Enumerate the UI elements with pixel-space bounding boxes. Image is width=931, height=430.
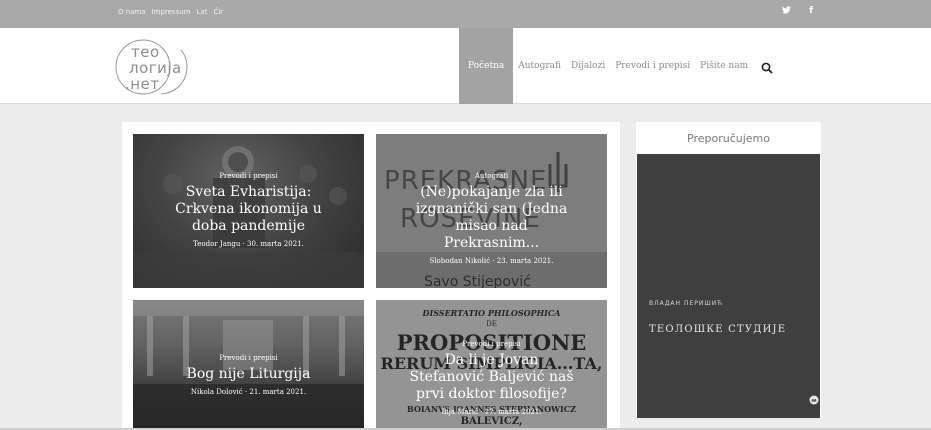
post-meta: Ilija Marić · 17. marta 2021. — [441, 408, 542, 416]
post-text: Prevodi i prepisi Da li je Jovan Stefano… — [376, 340, 607, 416]
post-text: Prevodi i prepisi Bog nije Liturgija Nik… — [133, 354, 364, 396]
post-title[interactable]: Sveta Evharistija: Crkvena ikonomija u d… — [133, 184, 364, 235]
book-title: ТЕОЛОШКЕ СТУДИЈЕ — [649, 324, 787, 335]
post-category[interactable]: Prevodi i prepisi — [376, 340, 607, 348]
post-text: Prevodi i prepisi Sveta Evharistija: Crk… — [133, 172, 364, 248]
publisher-logo-icon — [809, 390, 819, 409]
post-meta: Teodor Jangu · 30. marta 2021. — [193, 240, 304, 248]
nav-item-prevodi-i-prepisi[interactable]: Prevodi i prepisi — [610, 28, 695, 104]
posts-grid: Prevodi i prepisi Sveta Evharistija: Crk… — [122, 122, 620, 430]
top-link-cir[interactable]: Ćir — [213, 8, 223, 16]
post-card[interactable]: DISSERTATIO PHILOSOPHICA DE PROPOSITIONE… — [376, 300, 607, 430]
twitter-icon[interactable] — [782, 6, 792, 17]
search-icon[interactable] — [761, 59, 775, 74]
nav-item-pocetna[interactable]: Početna — [459, 28, 514, 104]
main-nav: Početna Autografi Dijalozi Prevodi i pre… — [459, 28, 775, 104]
logo-line-3: .нет — [125, 75, 160, 93]
post-category[interactable]: Autografi — [376, 172, 607, 180]
recommended-book-cover[interactable]: ВЛАДАН ПЕРИШИЋ ТЕОЛОШКЕ СТУДИЈЕ — [637, 154, 820, 418]
post-category[interactable]: Prevodi i prepisi — [133, 354, 364, 362]
nav-item-autografi[interactable]: Autografi — [513, 28, 566, 104]
top-link-o-nama[interactable]: O nama — [118, 8, 146, 16]
facebook-icon[interactable]: f — [809, 6, 813, 17]
post-text: Autografi (Ne)pokajanje zla ili izgnanič… — [376, 172, 607, 265]
top-link-lat[interactable]: Lat — [197, 8, 208, 16]
sidebar-heading: Preporučujemo — [687, 131, 770, 145]
logo-line-1: тео — [131, 43, 160, 61]
nav-item-dijalozi[interactable]: Dijalozi — [566, 28, 610, 104]
top-link-impressum[interactable]: Impressum — [152, 8, 191, 16]
sidebar-recommended: Preporučujemo ВЛАДАН ПЕРИШИЋ ТЕОЛОШКЕ СТ… — [636, 122, 821, 418]
nav-item-pisite-nam[interactable]: Pišite nam — [695, 28, 753, 104]
post-title[interactable]: (Ne)pokajanje zla ili izgnanički san (Je… — [376, 184, 607, 252]
post-card[interactable]: PREKRASNE ROSEVINE Savo Stijepović Autog… — [376, 134, 607, 288]
logo-line-2: логија — [129, 59, 182, 77]
post-title[interactable]: Bog nije Liturgija — [133, 366, 364, 383]
top-links: O nama Impressum Lat Ćir — [118, 8, 223, 16]
post-meta: Nikola Dolović · 21. marta 2021. — [190, 388, 307, 396]
post-card[interactable]: Prevodi i prepisi Sveta Evharistija: Crk… — [133, 134, 364, 288]
top-bar: O nama Impressum Lat Ćir f — [0, 0, 931, 28]
post-category[interactable]: Prevodi i prepisi — [133, 172, 364, 180]
post-title[interactable]: Da li je Jovan Stefanović Baljević naš p… — [376, 352, 607, 403]
site-logo[interactable]: тео логија .нет — [115, 35, 200, 99]
post-meta: Slobodan Nikolić · 23. marta 2021. — [429, 257, 554, 265]
post-card[interactable]: Prevodi i prepisi Bog nije Liturgija Nik… — [133, 300, 364, 430]
book-author: ВЛАДАН ПЕРИШИЋ — [649, 300, 723, 307]
social-links: f — [782, 6, 813, 17]
site-header: тео логија .нет Početna Autografi Dijalo… — [0, 28, 931, 104]
